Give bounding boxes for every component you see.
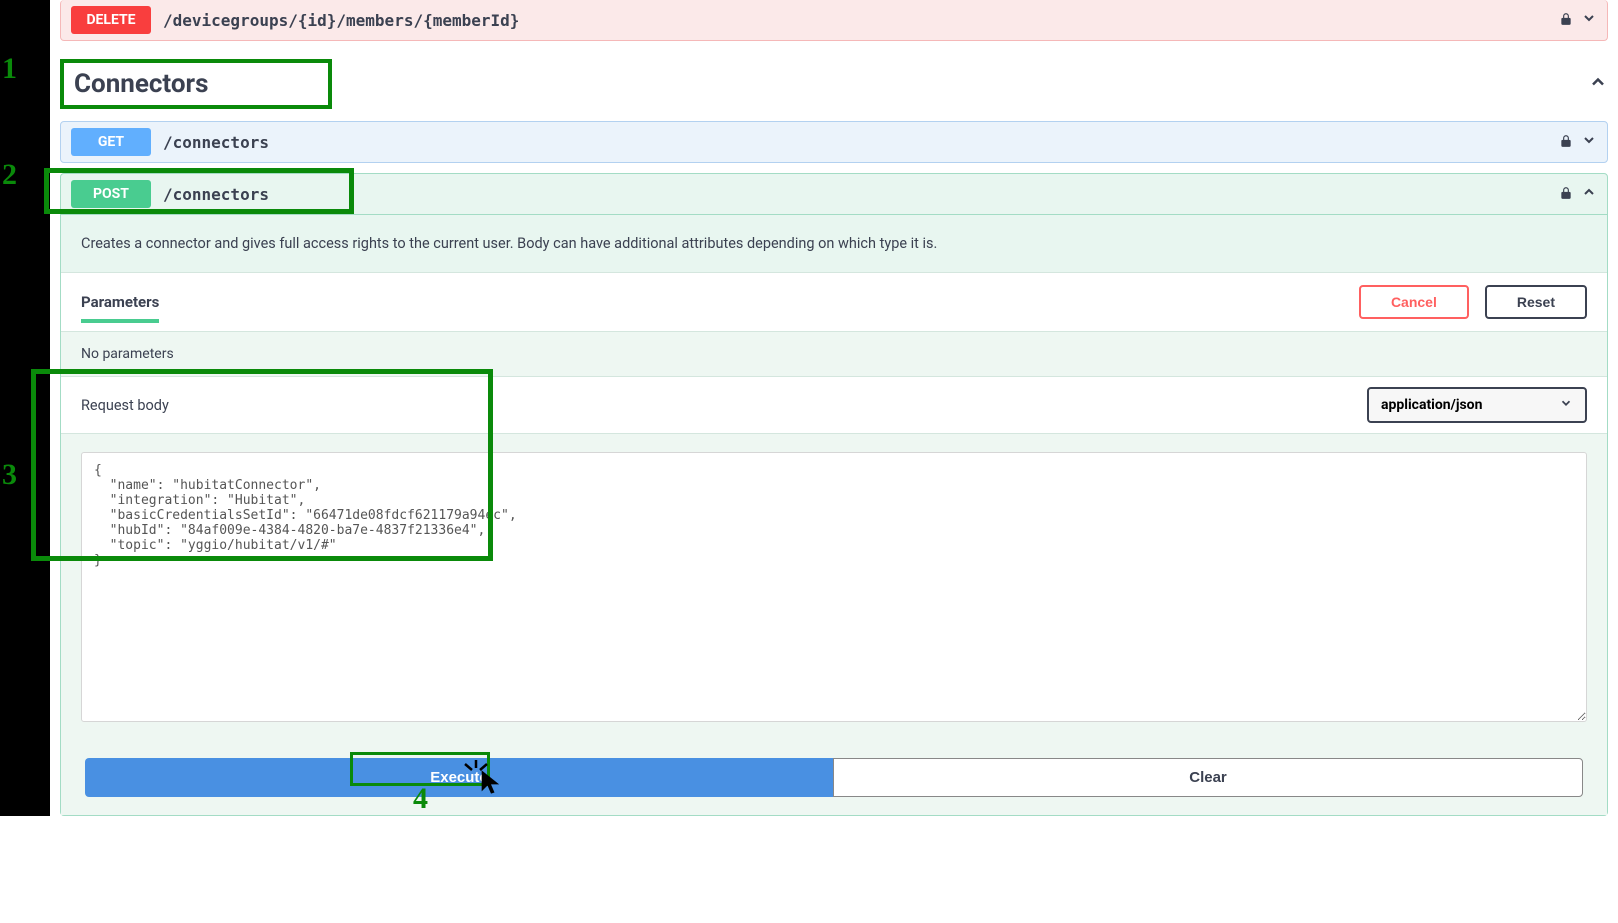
lock-icon[interactable] xyxy=(1559,11,1573,30)
method-badge-get: GET xyxy=(71,128,151,156)
annotation-number-4: 4 xyxy=(413,782,428,816)
lock-icon[interactable] xyxy=(1559,185,1573,204)
content-type-value: application/json xyxy=(1381,397,1482,413)
operation-path: /connectors xyxy=(163,133,269,152)
request-body-editor[interactable] xyxy=(81,452,1587,722)
operation-path: /connectors xyxy=(163,185,269,204)
chevron-up-icon[interactable] xyxy=(1581,184,1597,204)
operation-post-expanded: Creates a connector and gives full acces… xyxy=(60,215,1608,816)
request-body-label: Request body xyxy=(81,397,169,414)
lock-icon[interactable] xyxy=(1559,133,1573,152)
content-type-select[interactable]: application/json xyxy=(1367,387,1587,423)
annotation-number-2: 2 xyxy=(2,158,17,192)
cursor-arrow-icon xyxy=(477,768,505,803)
clear-button[interactable]: Clear xyxy=(833,758,1583,797)
chevron-down-icon[interactable] xyxy=(1581,132,1597,152)
reset-button[interactable]: Reset xyxy=(1485,285,1587,319)
section-heading-connectors[interactable]: Connectors xyxy=(60,59,332,109)
chevron-up-icon[interactable] xyxy=(1588,72,1608,97)
operation-delete[interactable]: DELETE /devicegroups/{id}/members/{membe… xyxy=(60,0,1608,41)
cancel-button[interactable]: Cancel xyxy=(1359,285,1469,319)
method-badge-delete: DELETE xyxy=(71,6,151,34)
operation-get-connectors[interactable]: GET /connectors xyxy=(60,121,1608,163)
annotation-number-3: 3 xyxy=(2,458,17,492)
no-parameters-text: No parameters xyxy=(61,332,1607,376)
method-badge-post: POST xyxy=(71,180,151,208)
operation-path: /devicegroups/{id}/members/{memberId} xyxy=(163,11,519,30)
operation-description: Creates a connector and gives full acces… xyxy=(61,215,1607,272)
execute-button[interactable]: Execute xyxy=(85,758,833,797)
chevron-down-icon xyxy=(1559,396,1573,414)
tab-parameters[interactable]: Parameters xyxy=(81,293,159,323)
chevron-down-icon[interactable] xyxy=(1581,10,1597,30)
annotation-number-1: 1 xyxy=(2,52,17,86)
operation-post-connectors[interactable]: POST /connectors xyxy=(60,173,1608,215)
